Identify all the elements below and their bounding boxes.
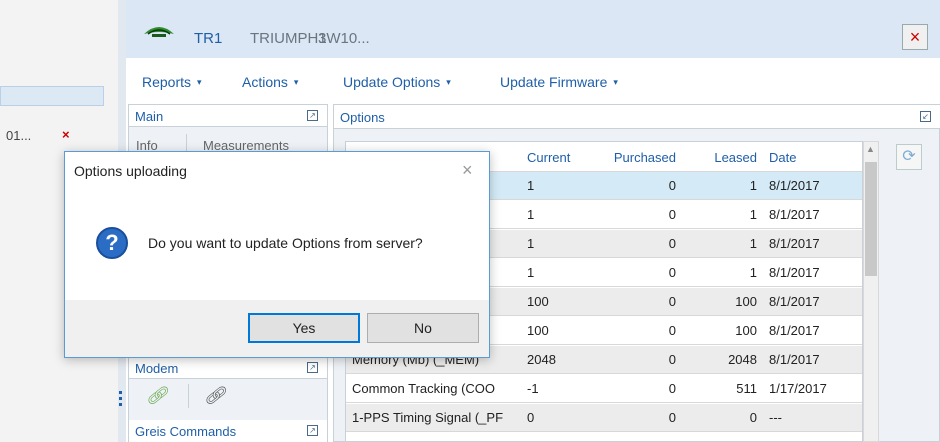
device-header: [126, 0, 940, 58]
table-cell: 2048: [728, 352, 757, 367]
dialog-title: Options uploading: [74, 163, 187, 179]
table-cell: 0: [668, 236, 676, 251]
splitter-grip[interactable]: [118, 388, 124, 414]
table-cell: 1: [749, 207, 757, 222]
options-panel-header: [334, 105, 940, 129]
device-serial: 3W10...: [318, 30, 370, 47]
table-cell: 0: [749, 410, 757, 425]
table-cell: 8/1/2017: [769, 294, 820, 309]
menu-update-firmware[interactable]: Update Firmware ▾: [500, 74, 618, 90]
expand-icon[interactable]: ↗: [307, 110, 318, 121]
device-logo-icon: [144, 27, 174, 37]
column-header[interactable]: Purchased: [593, 144, 682, 172]
table-cell: 1: [527, 265, 535, 280]
dialog-close-icon[interactable]: ×: [462, 160, 473, 181]
menu-update-options[interactable]: Update Options ▾: [343, 74, 451, 90]
table-cell: 0: [668, 178, 676, 193]
yes-button[interactable]: Yes: [248, 313, 360, 343]
table-cell: 1: [749, 236, 757, 251]
question-icon: ?: [96, 227, 128, 259]
column-header[interactable]: Date: [763, 144, 862, 172]
column-header[interactable]: Current: [521, 144, 593, 172]
table-cell: 0: [668, 323, 676, 338]
expand-icon[interactable]: ↗: [307, 425, 318, 436]
table-cell: Common Tracking (COO: [352, 381, 496, 396]
table-cell: 0: [668, 410, 676, 425]
table-cell: 511: [736, 381, 757, 396]
greis-panel-title: Greis Commands: [135, 424, 237, 439]
table-cell: 100: [735, 323, 757, 338]
main-panel-title: Main: [135, 109, 164, 124]
table-cell: 8/1/2017: [769, 323, 820, 338]
no-button[interactable]: No: [367, 313, 479, 343]
table-cell: 8/1/2017: [769, 207, 820, 222]
refresh-button[interactable]: ⟳: [896, 144, 922, 170]
menu-label: Update Firmware: [500, 74, 608, 90]
table-cell: 8/1/2017: [769, 352, 820, 367]
table-cell: 0: [668, 352, 676, 367]
expand-icon[interactable]: ↗: [307, 362, 318, 373]
menu-reports[interactable]: Reports ▾: [142, 74, 202, 90]
table-cell: 1: [527, 236, 535, 251]
collapse-icon[interactable]: ↙: [920, 111, 931, 122]
device-model: TRIUMPH1: [250, 30, 327, 47]
device-id[interactable]: TR1: [194, 30, 222, 47]
dialog-message: Do you want to update Options from serve…: [148, 235, 423, 251]
table-row[interactable]: Common Tracking (COO -1 0 511 1/17/2017: [346, 375, 862, 403]
table-cell: 1-PPS Timing Signal (_PF: [352, 410, 504, 425]
menu-actions[interactable]: Actions ▾: [242, 74, 298, 90]
column-header[interactable]: Leased: [682, 144, 763, 172]
menu-label: Reports: [142, 74, 192, 90]
caret-down-icon: ▾: [293, 77, 299, 87]
table-cell: -1: [527, 381, 539, 396]
table-cell: ---: [769, 410, 782, 425]
unlink-icon[interactable]: 🔗︎: [204, 386, 226, 406]
table-cell: 100: [527, 294, 549, 309]
table-cell: 100: [527, 323, 549, 338]
table-cell: 1: [749, 265, 757, 280]
options-panel-title: Options: [340, 110, 385, 125]
table-cell: 100: [735, 294, 757, 309]
left-close-icon[interactable]: ×: [62, 127, 70, 142]
table-cell: 8/1/2017: [769, 265, 820, 280]
left-selection-bar[interactable]: [0, 86, 104, 106]
caret-down-icon: ▾: [197, 77, 202, 87]
table-cell: 0: [668, 207, 676, 222]
table-cell: 8/1/2017: [769, 178, 820, 193]
table-cell: 0: [527, 410, 535, 425]
caret-down-icon: ▾: [613, 77, 618, 87]
close-button[interactable]: ×: [902, 24, 928, 50]
left-list-item[interactable]: 01...: [6, 128, 31, 143]
scrollbar-thumb[interactable]: [865, 162, 877, 276]
table-cell: 0: [668, 294, 676, 309]
table-cell: 8/1/2017: [769, 236, 820, 251]
menu-label: Update Options: [343, 74, 441, 90]
table-cell: 1: [749, 178, 757, 193]
toolbar-divider: [188, 384, 189, 408]
table-cell: 0: [668, 265, 676, 280]
table-cell: 1: [527, 178, 535, 193]
table-cell: 1: [527, 207, 535, 222]
menu-label: Actions: [242, 74, 288, 90]
table-row[interactable]: 1-PPS Timing Signal (_PF 0 0 0 ---: [346, 404, 862, 432]
modem-panel-title: Modem: [135, 361, 179, 376]
caret-down-icon: ▾: [446, 77, 451, 87]
scroll-up-icon[interactable]: ▲: [866, 144, 875, 154]
table-cell: 2048: [527, 352, 556, 367]
table-cell: 1/17/2017: [769, 381, 827, 396]
link-icon[interactable]: 🔗︎: [146, 386, 168, 406]
table-cell: 0: [668, 381, 676, 396]
